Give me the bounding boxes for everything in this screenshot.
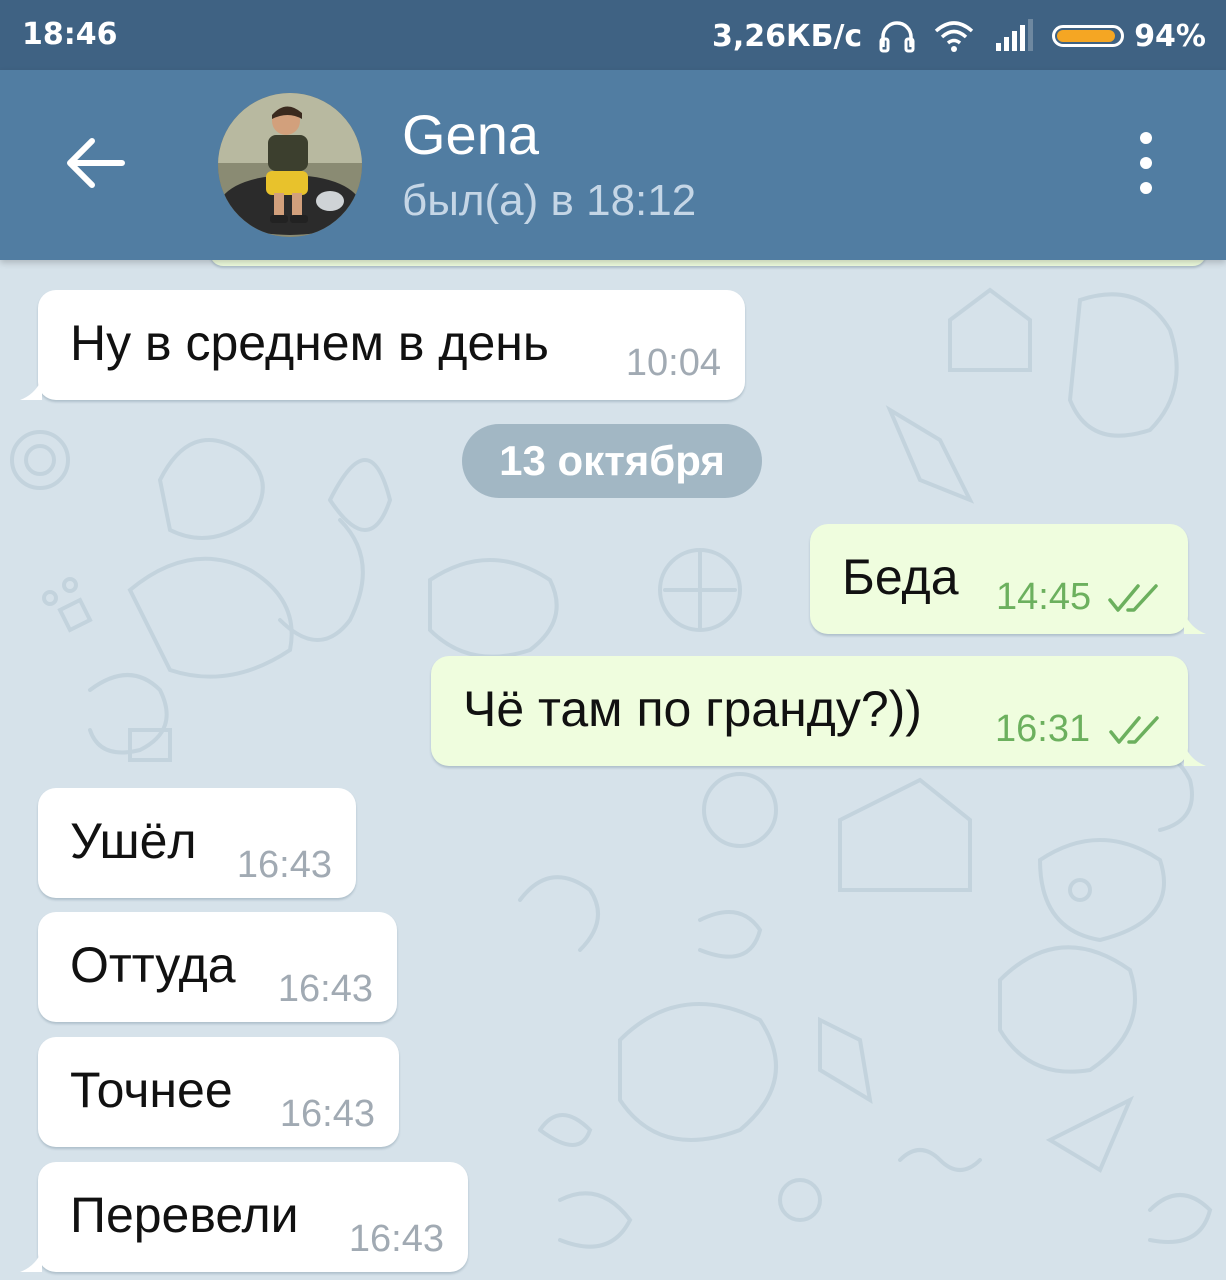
message-text: Оттуда — [70, 937, 236, 993]
message-time: 16:31 — [995, 708, 1091, 750]
message-text: Перевели — [70, 1187, 299, 1243]
message-bubble-incoming[interactable]: Перевели 16:43 — [20, 1162, 468, 1272]
message-bubble-outgoing[interactable]: Беда 14:45 — [810, 524, 1206, 634]
message-bubble-partial[interactable] — [210, 260, 1206, 266]
chat-header: Gena был(а) в 18:12 — [0, 70, 1226, 260]
chat-title: Gena — [402, 103, 539, 166]
wifi-icon — [935, 21, 974, 52]
back-arrow-icon[interactable] — [62, 128, 132, 198]
message-text: Чё там по гранду?)) — [463, 681, 922, 737]
message-time: 16:43 — [236, 844, 332, 886]
message-text: Беда — [842, 549, 959, 605]
last-seen-status: был(а) в 18:12 — [402, 176, 697, 225]
avatar[interactable] — [218, 93, 362, 237]
message-bubble-incoming[interactable]: Ну в среднем в день 10:04 — [20, 290, 745, 400]
headphones-icon — [879, 21, 915, 53]
message-time: 14:45 — [996, 576, 1092, 618]
double-check-icon — [1109, 716, 1159, 744]
network-speed: 3,26КБ/с — [712, 18, 863, 54]
double-check-icon — [1108, 584, 1158, 612]
message-bubble-incoming[interactable]: Точнее 16:43 — [38, 1037, 399, 1147]
status-time: 18:46 — [22, 17, 118, 52]
message-time: 16:43 — [277, 968, 373, 1010]
signal-icon — [996, 19, 1034, 51]
message-time: 10:04 — [625, 342, 721, 384]
message-time: 16:43 — [348, 1218, 444, 1260]
battery-icon — [1052, 25, 1125, 47]
message-bubble-incoming[interactable]: Ушёл 16:43 — [38, 788, 356, 898]
message-bubble-outgoing[interactable]: Чё там по гранду?)) 16:31 — [431, 656, 1206, 766]
status-bar: 18:46 3,26КБ/с 94% — [0, 0, 1226, 70]
message-time: 16:43 — [279, 1093, 375, 1135]
battery-indicator: 94% — [1052, 19, 1206, 54]
message-text: Ушёл — [70, 813, 197, 869]
battery-percent: 94% — [1134, 18, 1206, 54]
date-separator: 13 октября — [462, 424, 762, 498]
message-bubble-incoming[interactable]: Оттуда 16:43 — [38, 912, 397, 1022]
message-text: Точнее — [70, 1062, 233, 1118]
more-menu-icon[interactable] — [1128, 128, 1164, 198]
message-text: Ну в среднем в день — [70, 315, 549, 371]
message-list[interactable]: Ну в среднем в день 10:04 13 октября Бед… — [0, 260, 1226, 1280]
status-indicators: 3,26КБ/с 94% — [712, 14, 1206, 58]
